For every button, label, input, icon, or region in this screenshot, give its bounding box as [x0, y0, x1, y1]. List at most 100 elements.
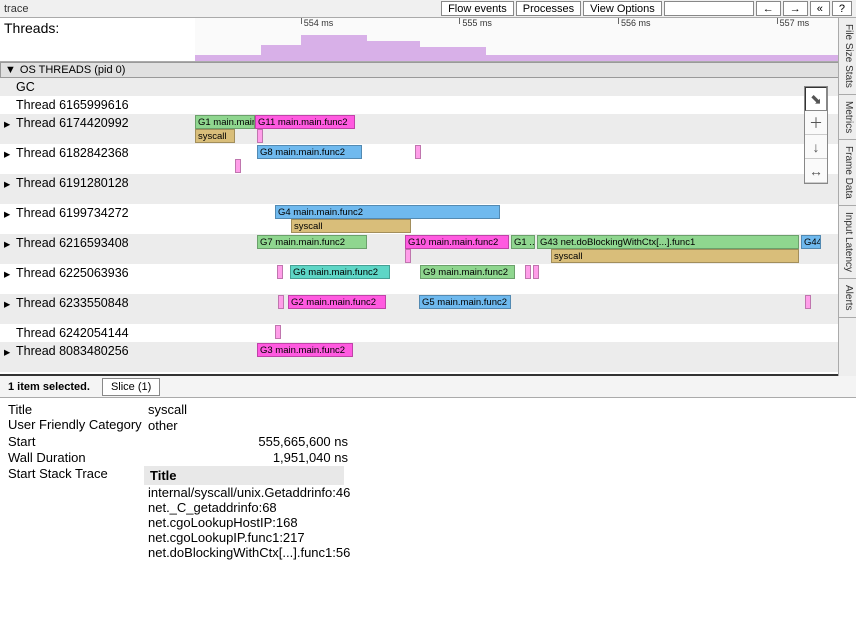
stack-frame: internal/syscall/unix.Getaddrinfo:46 [148, 485, 350, 500]
thread-name: Thread 6233550848 [16, 296, 129, 310]
thread-label[interactable]: ▸Thread 6191280128 [0, 174, 195, 204]
track-row [195, 78, 856, 96]
expand-arrow-icon[interactable]: ▸ [4, 146, 16, 161]
selection-count: 1 item selected. [8, 381, 90, 393]
track-row: G3 main.main.func2 [195, 342, 856, 372]
minimap-area[interactable]: 554 ms 555 ms 556 ms 557 ms [195, 18, 856, 61]
thread-name: Thread 6225063936 [16, 266, 129, 280]
trace-slice[interactable]: G8 main.main.func2 [257, 145, 362, 159]
side-tabs: File Size Stats Metrics Frame Data Input… [838, 18, 856, 376]
thread-label[interactable]: ▸Thread 6233550848 [0, 294, 195, 324]
thread-label[interactable]: ▸Thread 6182842368 [0, 144, 195, 174]
detail-key-category: User Friendly Category [8, 418, 148, 433]
track-row: G6 main.main.func2 G9 main.main.func2 [195, 264, 856, 294]
track-labels: GCThread 6165999616▸Thread 6174420992▸Th… [0, 78, 195, 374]
detail-key-title: Title [8, 402, 148, 417]
expand-arrow-icon[interactable]: ▸ [4, 176, 16, 191]
expand-arrow-icon[interactable]: ▸ [4, 344, 16, 359]
trace-slice[interactable] [235, 159, 241, 173]
thread-label[interactable]: ▸Thread 6225063936 [0, 264, 195, 294]
thread-name: GC [16, 80, 35, 94]
track-row: G2 main.main.func2 G5 main.main.func2 [195, 294, 856, 324]
side-tab-filesize[interactable]: File Size Stats [839, 18, 856, 95]
trace-slice[interactable]: G7 main.main.func2 [257, 235, 367, 249]
trace-slice[interactable] [805, 295, 811, 309]
view-options-button[interactable]: View Options [583, 1, 662, 16]
pointer-tool[interactable]: ⬊ [805, 87, 827, 111]
trace-slice[interactable] [257, 129, 263, 143]
group-title: OS THREADS (pid 0) [20, 64, 126, 76]
trace-slice[interactable]: syscall [291, 219, 411, 233]
nav-back-button[interactable]: ← [756, 1, 781, 16]
processes-button[interactable]: Processes [516, 1, 581, 16]
flow-events-button[interactable]: Flow events [441, 1, 514, 16]
trace-slice[interactable] [405, 249, 411, 263]
trace-slice[interactable]: G9 main.main.func2 [420, 265, 515, 279]
track-row: G4 main.main.func2syscall [195, 204, 856, 234]
pan-tool[interactable]: ＋ [805, 111, 827, 135]
expand-arrow-icon[interactable]: ▸ [4, 116, 16, 131]
ruler-tick: 554 ms [301, 18, 334, 24]
detail-val-start: 555,665,600 ns [148, 434, 348, 449]
os-threads-group-header[interactable]: ▼ OS THREADS (pid 0) X [0, 62, 856, 78]
time-ruler: 554 ms 555 ms 556 ms 557 ms [195, 18, 856, 30]
trace-slice[interactable] [415, 145, 421, 159]
search-input[interactable] [664, 1, 754, 16]
expand-arrow-icon[interactable]: ▸ [4, 236, 16, 251]
toolbar: trace Flow events Processes View Options… [0, 0, 856, 18]
threads-label: Threads: [0, 18, 195, 61]
thread-label[interactable]: ▸Thread 6199734272 [0, 204, 195, 234]
detail-val-duration: 1,951,040 ns [148, 450, 348, 465]
ruler-tick: 555 ms [459, 18, 492, 24]
track-row: G8 main.main.func2 [195, 144, 856, 174]
trace-slice[interactable] [525, 265, 531, 279]
trace-slice[interactable]: G43 net.doBlockingWithCtx[...].func1 [537, 235, 799, 249]
expand-arrow-icon[interactable]: ▸ [4, 266, 16, 281]
trace-slice[interactable]: G2 main.main.func2 [288, 295, 386, 309]
thread-name: Thread 6216593408 [16, 236, 129, 250]
zoom-tool[interactable]: ↓ [805, 135, 827, 159]
side-tab-alerts[interactable]: Alerts [839, 279, 856, 318]
track-area[interactable]: G1 main.mainG11 main.main.func2 syscall G8… [195, 78, 856, 374]
trace-slice[interactable] [277, 265, 283, 279]
help-button[interactable]: ? [832, 1, 852, 16]
track-row: G1 main.mainG11 main.main.func2 syscall [195, 114, 856, 144]
trace-slice[interactable] [533, 265, 539, 279]
nav-forward-button[interactable]: → [783, 1, 808, 16]
nav-rewind-button[interactable]: « [810, 1, 830, 16]
trace-slice[interactable]: G11 main.main.func2 [255, 115, 355, 129]
thread-name: Thread 6191280128 [16, 176, 129, 190]
side-tab-framedata[interactable]: Frame Data [839, 140, 856, 206]
timing-tool[interactable]: ↔ [805, 159, 827, 183]
trace-slice[interactable]: G3 main.main.func2 [257, 343, 353, 357]
track-row: G7 main.main.func2 G10 main.main.func2G1 … [195, 234, 856, 264]
trace-slice[interactable] [275, 325, 281, 339]
detail-key-stack: Start Stack Trace [8, 466, 148, 560]
trace-slice[interactable]: syscall [551, 249, 799, 263]
thread-label: GC [0, 78, 195, 96]
expand-arrow-icon[interactable]: ▸ [4, 296, 16, 311]
expand-arrow-icon[interactable]: ▸ [4, 206, 16, 221]
trace-slice[interactable] [278, 295, 284, 309]
thread-name: Thread 6199734272 [16, 206, 129, 220]
trace-slice[interactable]: G5 main.main.func2 [419, 295, 511, 309]
thread-label[interactable]: ▸Thread 8083480256 [0, 342, 195, 372]
trace-slice[interactable]: G10 main.main.func2 [405, 235, 509, 249]
trace-slice[interactable]: syscall [195, 129, 235, 143]
trace-slice[interactable]: G6 main.main.func2 [290, 265, 390, 279]
detail-key-duration: Wall Duration [8, 450, 148, 465]
slice-tab[interactable]: Slice (1) [102, 378, 160, 396]
tools-palette: ⬊ ＋ ↓ ↔ [804, 86, 828, 184]
thread-label[interactable]: ▸Thread 6216593408 [0, 234, 195, 264]
thread-name: Thread 8083480256 [16, 344, 129, 358]
side-tab-inputlatency[interactable]: Input Latency [839, 206, 856, 279]
trace-slice[interactable]: G44 [801, 235, 821, 249]
thread-label[interactable]: ▸Thread 6174420992 [0, 114, 195, 144]
trace-slice[interactable]: G4 main.main.func2 [275, 205, 500, 219]
details-bar: 1 item selected. Slice (1) [0, 376, 856, 398]
minimap: Threads: 554 ms 555 ms 556 ms 557 ms [0, 18, 856, 62]
side-tab-metrics[interactable]: Metrics [839, 95, 856, 140]
trace-slice[interactable]: G1 ... [511, 235, 535, 249]
trace-slice[interactable]: G1 main.main [195, 115, 255, 129]
thread-label: Thread 6165999616 [0, 96, 195, 114]
